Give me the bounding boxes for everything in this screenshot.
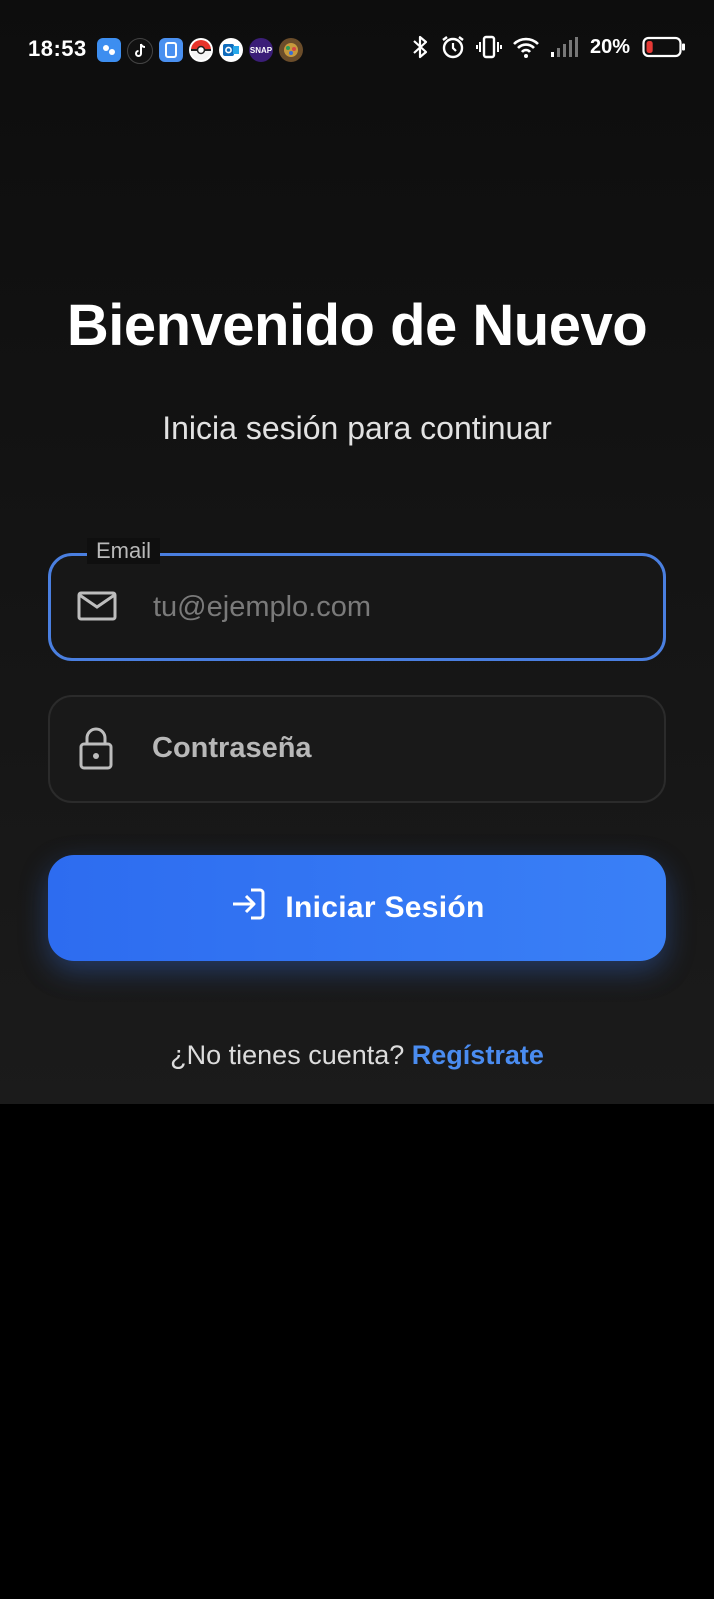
register-prompt: ¿No tienes cuenta? <box>170 1040 405 1070</box>
login-button-label: Iniciar Sesión <box>285 891 485 924</box>
register-row: ¿No tienes cuenta? Regístrate <box>0 1040 714 1071</box>
password-input[interactable] <box>150 721 634 775</box>
app-icon-blue <box>97 38 121 62</box>
phone-icon <box>159 38 183 62</box>
battery-icon <box>642 36 685 58</box>
notification-icons: SNAP <box>97 38 303 64</box>
battery-fill <box>646 41 653 53</box>
register-link[interactable]: Regístrate <box>412 1040 544 1070</box>
page-title: Bienvenido de Nuevo <box>66 293 648 358</box>
login-icon <box>229 887 267 929</box>
password-field[interactable] <box>48 695 666 803</box>
signal-icon <box>550 37 578 57</box>
system-icons: 20% <box>410 34 686 60</box>
battery-percent: 20% <box>589 35 630 58</box>
status-time: 18:53 <box>28 36 87 61</box>
email-label: Email <box>87 538 161 564</box>
pokeball-icon <box>189 38 213 62</box>
mail-icon <box>76 589 118 628</box>
login-button[interactable]: Iniciar Sesión <box>48 855 666 961</box>
lock-icon <box>75 726 117 775</box>
bluetooth-icon <box>413 35 428 59</box>
app-screen: 18:53 SNAP 20% Bienvenido de Nuevo Inici… <box>0 0 714 1104</box>
snap-icon: SNAP <box>249 38 273 62</box>
email-input[interactable] <box>151 580 635 634</box>
outlook-icon <box>219 38 243 62</box>
status-bar: 18:53 SNAP 20% <box>0 0 714 100</box>
page-subtitle: Inicia sesión para continuar <box>162 410 552 446</box>
wifi-icon <box>513 37 539 58</box>
tiktok-icon <box>127 38 153 64</box>
email-field[interactable]: Email <box>48 538 666 661</box>
game-icon <box>279 38 303 62</box>
alarm-icon <box>442 36 464 59</box>
vibrate-icon <box>475 35 502 59</box>
